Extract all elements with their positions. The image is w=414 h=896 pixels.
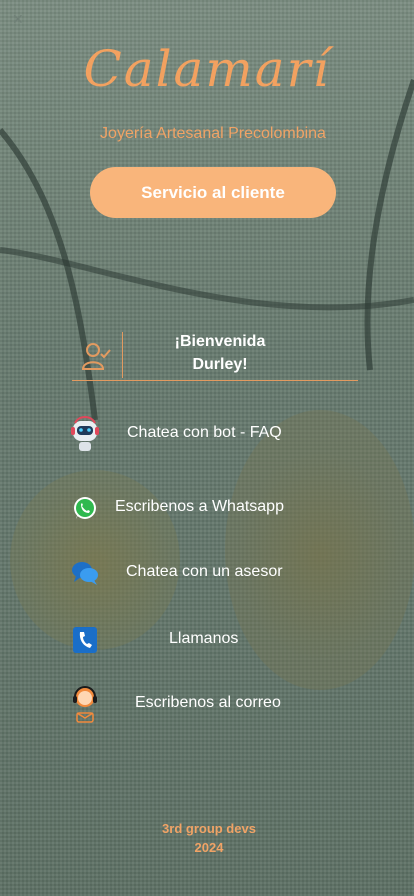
- menu-item-email[interactable]: Escribenos al correo: [68, 684, 368, 724]
- welcome-user-name: Durley!: [192, 356, 248, 373]
- menu-item-bot-faq[interactable]: Chatea con bot - FAQ: [68, 414, 368, 454]
- user-check-icon: [80, 340, 112, 372]
- menu-item-label: Chatea con un asesor: [126, 563, 283, 580]
- whatsapp-icon: [68, 488, 102, 528]
- brand-tagline: Joyería Artesanal Precolombina: [100, 125, 326, 142]
- customer-service-button[interactable]: Servicio al cliente: [90, 167, 336, 218]
- welcome-banner: ¡Bienvenida Durley!: [72, 330, 358, 381]
- menu-item-label: Chatea con bot - FAQ: [127, 424, 282, 441]
- footer-team: 3rd group devs: [162, 821, 256, 836]
- footer-credits: 3rd group devs 2024: [0, 819, 414, 857]
- menu-item-label: Escribenos al correo: [135, 694, 281, 711]
- welcome-separator: [122, 332, 123, 378]
- menu-item-label: Llamanos: [169, 630, 239, 647]
- welcome-text: ¡Bienvenida Durley!: [132, 330, 308, 376]
- robot-icon: [68, 414, 102, 454]
- menu-item-label: Escribenos a Whatsapp: [115, 498, 284, 515]
- footer-year: 2024: [194, 840, 224, 855]
- phone-icon: [68, 620, 102, 660]
- chat-bubbles-icon: [68, 553, 102, 593]
- welcome-line-1: ¡Bienvenida: [174, 333, 266, 350]
- menu-item-whatsapp[interactable]: Escribenos a Whatsapp: [68, 488, 368, 528]
- brand-logo: Calamarí: [83, 40, 331, 98]
- close-icon[interactable]: ✕: [12, 12, 28, 28]
- menu-item-agent-chat[interactable]: Chatea con un asesor: [68, 553, 368, 593]
- mail-agent-icon: [68, 684, 102, 724]
- menu-item-call[interactable]: Llamanos: [68, 620, 368, 660]
